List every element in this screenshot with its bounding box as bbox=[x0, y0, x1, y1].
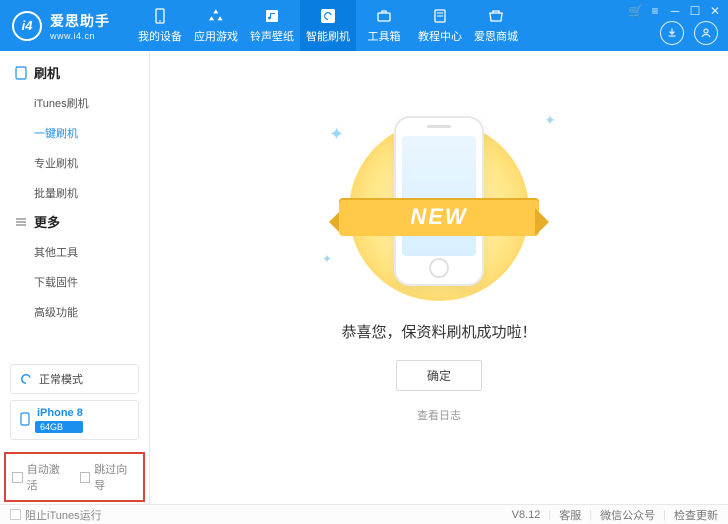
side-item-itunes-flash[interactable]: iTunes刷机 bbox=[34, 88, 135, 118]
success-message: 恭喜您，保资料刷机成功啦！ bbox=[341, 321, 536, 342]
window-controls: 🛒 ≡ ─ ☐ ✕ bbox=[628, 4, 722, 18]
nav-apps[interactable]: 应用游戏 bbox=[188, 0, 244, 51]
cart-icon[interactable]: 🛒 bbox=[628, 4, 642, 18]
sidebar: 刷机 iTunes刷机 一键刷机 专业刷机 批量刷机 更多 其他工具 下载固件 … bbox=[0, 51, 150, 504]
version-label: V8.12 bbox=[512, 509, 541, 521]
main-panel: ✦ ✦ ✦ NEW 恭喜您，保资料刷机成功啦！ 确定 查看日志 bbox=[150, 51, 728, 504]
device-name: iPhone 8 bbox=[37, 407, 83, 419]
nav-my-device[interactable]: 我的设备 bbox=[132, 0, 188, 51]
logo-area: i4 爱思助手 www.i4.cn bbox=[0, 11, 122, 41]
nav-flash[interactable]: 智能刷机 bbox=[300, 0, 356, 51]
wechat-link[interactable]: 微信公众号 bbox=[600, 507, 655, 523]
highlight-options: 自动激活 跳过向导 bbox=[4, 452, 145, 502]
sparkle-icon: ✦ bbox=[322, 252, 332, 266]
device-icon bbox=[19, 412, 31, 429]
support-link[interactable]: 客服 bbox=[559, 507, 581, 523]
hamburger-icon bbox=[14, 215, 28, 229]
success-illustration: ✦ ✦ ✦ NEW bbox=[314, 106, 564, 296]
music-icon bbox=[263, 7, 281, 25]
ok-button[interactable]: 确定 bbox=[396, 360, 482, 391]
minimize-icon[interactable]: ─ bbox=[668, 4, 682, 18]
storage-badge: 64GB bbox=[35, 421, 83, 433]
shop-icon bbox=[487, 7, 505, 25]
user-icon[interactable] bbox=[694, 21, 718, 45]
side-group-flash: 刷机 iTunes刷机 一键刷机 专业刷机 批量刷机 bbox=[0, 63, 149, 212]
menu-icon[interactable]: ≡ bbox=[648, 4, 662, 18]
apps-icon bbox=[207, 7, 225, 25]
brand-name: 爱思助手 bbox=[50, 11, 110, 31]
nav-bar: 我的设备 应用游戏 铃声壁纸 智能刷机 工具箱 教程中心 爱思商城 bbox=[132, 0, 524, 51]
chk-block-itunes[interactable]: 阻止iTunes运行 bbox=[10, 507, 102, 523]
close-icon[interactable]: ✕ bbox=[708, 4, 722, 18]
logo-text: 爱思助手 www.i4.cn bbox=[50, 11, 110, 41]
phone-icon bbox=[151, 7, 169, 25]
phone-outline-icon bbox=[14, 66, 28, 80]
nav-store[interactable]: 爱思商城 bbox=[468, 0, 524, 51]
view-log-link[interactable]: 查看日志 bbox=[417, 407, 461, 423]
nav-tutorials[interactable]: 教程中心 bbox=[412, 0, 468, 51]
side-item-download-firmware[interactable]: 下载固件 bbox=[34, 267, 135, 297]
refresh-icon bbox=[319, 7, 337, 25]
side-item-oneclick-flash[interactable]: 一键刷机 bbox=[34, 118, 135, 148]
sparkle-icon: ✦ bbox=[329, 124, 344, 145]
new-ribbon: NEW bbox=[339, 188, 539, 244]
nav-toolbox[interactable]: 工具箱 bbox=[356, 0, 412, 51]
nav-ringtones[interactable]: 铃声壁纸 bbox=[244, 0, 300, 51]
side-item-batch-flash[interactable]: 批量刷机 bbox=[34, 178, 135, 208]
toolbox-icon bbox=[375, 7, 393, 25]
side-group-more: 更多 其他工具 下载固件 高级功能 bbox=[0, 212, 149, 331]
header-right bbox=[660, 21, 718, 45]
chk-skip-guide[interactable]: 跳过向导 bbox=[80, 461, 138, 493]
side-head-more[interactable]: 更多 bbox=[14, 212, 135, 231]
device-row[interactable]: iPhone 8 64GB bbox=[10, 400, 139, 440]
logo-icon: i4 bbox=[12, 11, 42, 41]
side-item-pro-flash[interactable]: 专业刷机 bbox=[34, 148, 135, 178]
book-icon bbox=[431, 7, 449, 25]
status-block: 正常模式 iPhone 8 64GB bbox=[10, 364, 139, 440]
sparkle-icon: ✦ bbox=[544, 112, 556, 129]
side-item-other-tools[interactable]: 其他工具 bbox=[34, 237, 135, 267]
sync-icon bbox=[19, 372, 33, 386]
download-icon[interactable] bbox=[660, 21, 684, 45]
side-item-advanced[interactable]: 高级功能 bbox=[34, 297, 135, 327]
body: 刷机 iTunes刷机 一键刷机 专业刷机 批量刷机 更多 其他工具 下载固件 … bbox=[0, 51, 728, 504]
footer: 阻止iTunes运行 V8.12 | 客服 | 微信公众号 | 检查更新 bbox=[0, 504, 728, 524]
update-link[interactable]: 检查更新 bbox=[674, 507, 718, 523]
header: i4 爱思助手 www.i4.cn 我的设备 应用游戏 铃声壁纸 智能刷机 工具… bbox=[0, 0, 728, 51]
side-head-flash[interactable]: 刷机 bbox=[14, 63, 135, 82]
status-mode[interactable]: 正常模式 bbox=[10, 364, 139, 394]
chk-auto-activate[interactable]: 自动激活 bbox=[12, 461, 70, 493]
brand-url: www.i4.cn bbox=[50, 31, 110, 41]
maximize-icon[interactable]: ☐ bbox=[688, 4, 702, 18]
